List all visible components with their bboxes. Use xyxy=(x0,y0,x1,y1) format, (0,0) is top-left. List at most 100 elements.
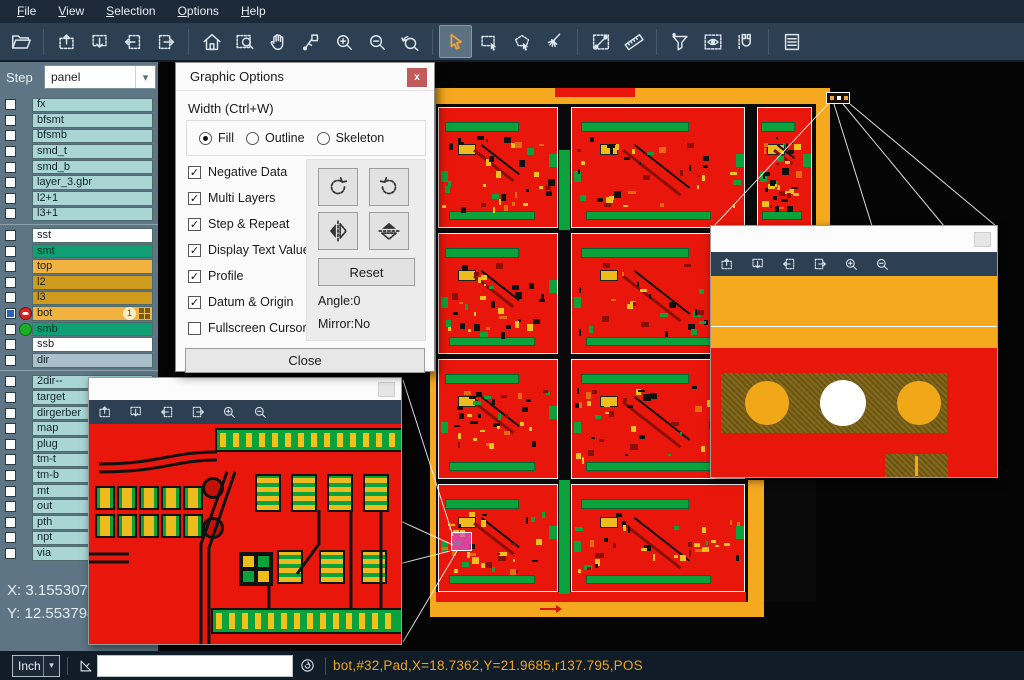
layer-visibility-checkbox[interactable] xyxy=(5,230,16,241)
window-menu-button[interactable] xyxy=(974,232,991,247)
layer-visibility-checkbox[interactable] xyxy=(5,193,16,204)
layer-visibility-checkbox[interactable] xyxy=(5,277,16,288)
checkbox-display-text-value[interactable]: ✓Display Text Value xyxy=(188,237,306,263)
checkbox-profile[interactable]: ✓Profile xyxy=(188,263,306,289)
chevron-down-icon[interactable]: ▾ xyxy=(43,656,59,676)
layer-visibility-checkbox[interactable] xyxy=(5,246,16,257)
checkbox-box[interactable]: ✓ xyxy=(188,270,201,283)
checkbox-box[interactable] xyxy=(188,322,201,335)
move-vertex-button[interactable] xyxy=(294,25,327,58)
layer-row-smt[interactable]: smt xyxy=(0,243,158,259)
unit-select[interactable]: Inch ▾ xyxy=(12,655,60,677)
layer-row-layer_3.gbr[interactable]: layer_3.gbr xyxy=(0,175,158,191)
layer-name-chip[interactable]: top xyxy=(32,259,153,274)
checkbox-box[interactable]: ✓ xyxy=(188,296,201,309)
menu-options[interactable]: Options xyxy=(167,0,230,23)
checkbox-box[interactable]: ✓ xyxy=(188,218,201,231)
pan-hand-button[interactable] xyxy=(261,25,294,58)
layer-visibility-checkbox[interactable] xyxy=(5,261,16,272)
layer-row-sst[interactable]: sst xyxy=(0,228,158,244)
layer-visibility-checkbox[interactable] xyxy=(5,292,16,303)
magnifier-window-right-titlebar[interactable] xyxy=(711,226,997,252)
close-button[interactable]: Close xyxy=(185,348,425,373)
layer-visibility-checkbox[interactable] xyxy=(5,439,16,450)
layer-name-chip[interactable]: bfsmt xyxy=(32,113,153,128)
layer-visibility-checkbox[interactable] xyxy=(5,339,16,350)
checkbox-box[interactable]: ✓ xyxy=(188,166,201,179)
layer-visibility-checkbox[interactable] xyxy=(5,501,16,512)
layer-name-chip[interactable]: layer_3.gbr xyxy=(32,175,153,190)
layer-visibility-checkbox[interactable] xyxy=(5,130,16,141)
pan-right-button[interactable] xyxy=(810,254,830,274)
layer-row-l2[interactable]: l2 xyxy=(0,275,158,291)
checkbox-box[interactable]: ✓ xyxy=(188,192,201,205)
pan-left-button[interactable] xyxy=(116,25,149,58)
layer-visibility-checkbox[interactable] xyxy=(5,355,16,366)
zoom-in-button[interactable] xyxy=(841,254,861,274)
zoom-out-button[interactable] xyxy=(872,254,892,274)
layer-visibility-checkbox[interactable] xyxy=(5,115,16,126)
close-icon[interactable]: x xyxy=(407,68,427,87)
zoom-out-button[interactable] xyxy=(250,402,270,422)
zoom-out-button[interactable] xyxy=(360,25,393,58)
layer-name-chip[interactable]: bot1 xyxy=(32,306,153,321)
radio-circle[interactable] xyxy=(199,132,212,145)
magnifier-window-left-titlebar[interactable] xyxy=(89,378,401,400)
layer-name-chip[interactable]: bfsmb xyxy=(32,129,153,144)
clean-tool-button[interactable] xyxy=(538,25,571,58)
layer-visibility-checkbox[interactable] xyxy=(5,376,16,387)
menu-file[interactable]: File xyxy=(6,0,47,23)
menu-view[interactable]: View xyxy=(47,0,95,23)
magnifier-window-left[interactable] xyxy=(88,377,402,645)
layer-name-chip[interactable]: l2+1 xyxy=(32,191,153,206)
zoom-area-button[interactable] xyxy=(228,25,261,58)
layer-visibility-checkbox[interactable] xyxy=(5,454,16,465)
reset-button[interactable]: Reset xyxy=(318,258,415,286)
layer-visibility-checkbox[interactable] xyxy=(5,532,16,543)
layer-visibility-checkbox[interactable] xyxy=(5,324,16,335)
layer-row-smd_t[interactable]: smd_t xyxy=(0,144,158,160)
pan-down-button[interactable] xyxy=(126,402,146,422)
menu-selection[interactable]: Selection xyxy=(95,0,166,23)
layer-row-smd_b[interactable]: smd_b xyxy=(0,159,158,175)
layer-row-bfsmt[interactable]: bfsmt xyxy=(0,113,158,129)
pan-left-button[interactable] xyxy=(779,254,799,274)
pan-up-button[interactable] xyxy=(50,25,83,58)
select-cursor-button[interactable] xyxy=(439,25,472,58)
pan-up-button[interactable] xyxy=(95,402,115,422)
rotate-ccw-button[interactable] xyxy=(369,168,409,206)
layer-visibility-checkbox[interactable] xyxy=(5,423,16,434)
radio-circle[interactable] xyxy=(317,132,330,145)
select-poly-button[interactable] xyxy=(505,25,538,58)
pan-right-button[interactable] xyxy=(149,25,182,58)
radio-outline[interactable]: Outline xyxy=(246,131,305,145)
mirror-horizontal-button[interactable] xyxy=(318,212,358,250)
ruler-button[interactable] xyxy=(617,25,650,58)
open-folder-button[interactable] xyxy=(4,25,37,58)
layer-name-chip[interactable]: smd_b xyxy=(32,160,153,175)
layer-row-fx[interactable]: fx xyxy=(0,97,158,113)
layer-visibility-checkbox[interactable] xyxy=(5,548,16,559)
layer-name-chip[interactable]: dir xyxy=(32,353,153,368)
layer-row-bfsmb[interactable]: bfsmb xyxy=(0,128,158,144)
layer-row-bot[interactable]: bot1 xyxy=(0,306,158,322)
layer-row-l3+1[interactable]: l3+1 xyxy=(0,206,158,222)
checkbox-datum-origin[interactable]: ✓Datum & Origin xyxy=(188,289,306,315)
layer-visibility-checkbox[interactable] xyxy=(5,308,16,319)
checkbox-box[interactable]: ✓ xyxy=(188,244,201,257)
layer-visibility-checkbox[interactable] xyxy=(5,208,16,219)
select-rect-button[interactable] xyxy=(472,25,505,58)
layer-name-chip[interactable]: smt xyxy=(32,244,153,259)
pan-down-button[interactable] xyxy=(83,25,116,58)
layer-name-chip[interactable]: l2 xyxy=(32,275,153,290)
filter-button[interactable] xyxy=(663,25,696,58)
snap-button[interactable] xyxy=(729,25,762,58)
pan-left-button[interactable] xyxy=(157,402,177,422)
layer-name-chip[interactable]: sst xyxy=(32,228,153,243)
layer-row-l2+1[interactable]: l2+1 xyxy=(0,191,158,207)
layer-row-top[interactable]: top xyxy=(0,259,158,275)
layer-visibility-checkbox[interactable] xyxy=(5,177,16,188)
layer-row-dir[interactable]: dir xyxy=(0,353,158,369)
layer-name-chip[interactable]: smb xyxy=(32,322,153,337)
pan-up-button[interactable] xyxy=(717,254,737,274)
